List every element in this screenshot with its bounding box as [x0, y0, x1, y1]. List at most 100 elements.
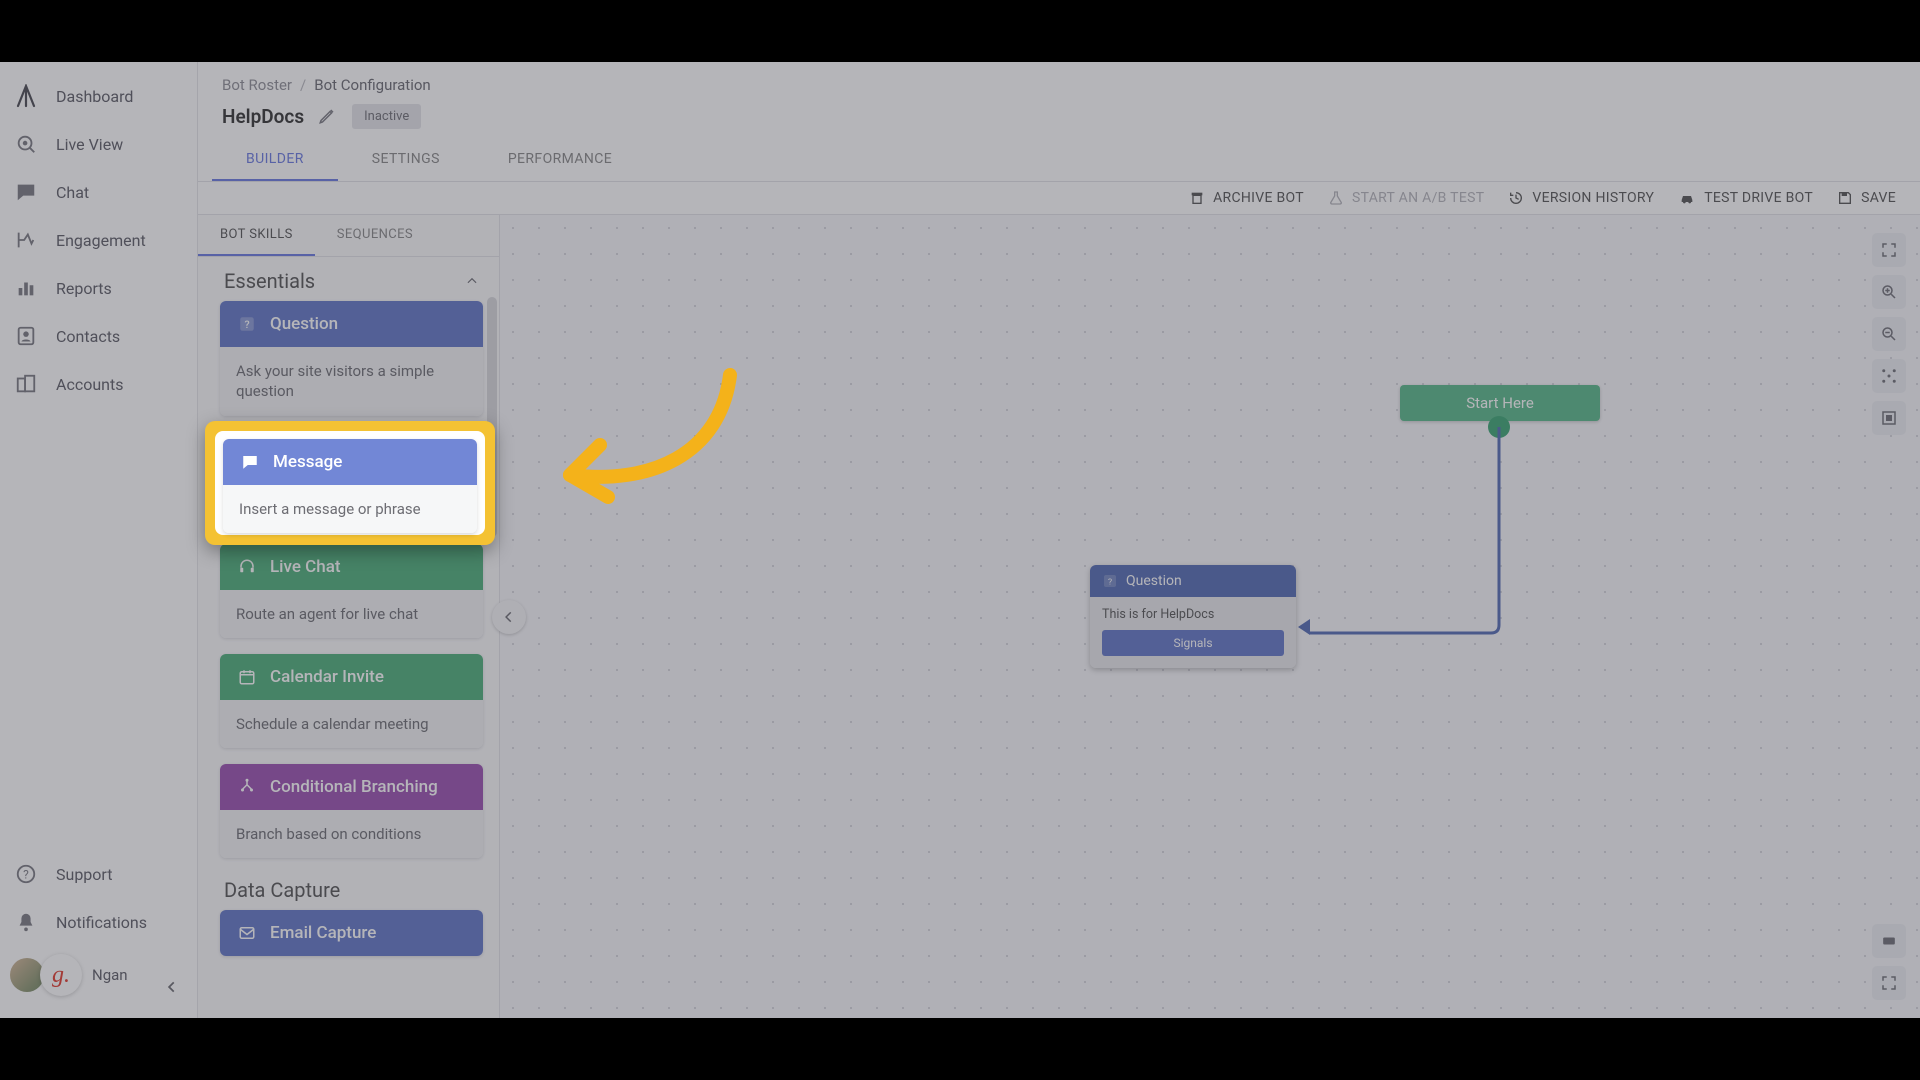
test-drive-label: TEST DRIVE BOT [1704, 190, 1813, 206]
grid-snap-button[interactable] [1872, 401, 1906, 435]
zoom-out-button[interactable] [1872, 317, 1906, 351]
tab-performance[interactable]: PERFORMANCE [474, 139, 646, 181]
flow-canvas[interactable]: Start Here ? Question This is for HelpDo… [500, 215, 1920, 1018]
section-data-capture[interactable]: Data Capture [220, 874, 483, 910]
card-desc: Ask your site visitors a simple question [220, 347, 483, 416]
card-title: Question [270, 314, 338, 334]
mail-icon [236, 922, 258, 944]
fullscreen-button[interactable] [1872, 966, 1906, 1000]
nav-item-support[interactable]: ? Support [0, 850, 197, 898]
save-icon [1837, 190, 1853, 206]
card-title: Live Chat [270, 557, 341, 577]
svg-text:?: ? [1108, 577, 1112, 587]
panel-collapse-button[interactable] [492, 600, 526, 634]
branch-icon [236, 776, 258, 798]
avatar [10, 958, 44, 992]
nav-item-accounts[interactable]: Accounts [0, 360, 197, 408]
start-node-port[interactable] [1488, 416, 1510, 438]
headset-icon [236, 556, 258, 578]
skill-list[interactable]: Essentials ? Question Ask your site visi… [198, 257, 499, 1018]
chat-icon [14, 180, 38, 204]
letterbox-bottom [0, 1018, 1920, 1080]
archive-label: ARCHIVE BOT [1213, 190, 1304, 206]
card-desc: Schedule a calendar meeting [220, 700, 483, 748]
sidebar-collapse-button[interactable] [161, 976, 183, 998]
logo-icon [14, 84, 38, 108]
version-label: VERSION HISTORY [1532, 190, 1654, 206]
nav-label: Notifications [56, 913, 147, 932]
auto-layout-button[interactable] [1872, 359, 1906, 393]
breadcrumb: Bot Roster / Bot Configuration [198, 62, 1920, 98]
skill-card-question[interactable]: ? Question Ask your site visitors a simp… [220, 301, 483, 416]
question-node-button[interactable]: Signals [1102, 630, 1284, 656]
test-drive-button[interactable]: TEST DRIVE BOT [1678, 190, 1813, 206]
svg-text:?: ? [23, 868, 29, 882]
main-tabs: BUILDER SETTINGS PERFORMANCE [198, 139, 1920, 182]
message-icon [239, 451, 261, 473]
nav-item-live-view[interactable]: Live View [0, 120, 197, 168]
nav-item-reports[interactable]: Reports [0, 264, 197, 312]
live-view-icon [14, 132, 38, 156]
sidebar: Dashboard Live View Chat Engagement [0, 62, 198, 1018]
calendar-icon [236, 666, 258, 688]
skill-tabs: BOT SKILLS SEQUENCES [198, 215, 499, 257]
canvas-controls-top [1872, 233, 1906, 435]
section-essentials[interactable]: Essentials [220, 265, 483, 301]
nav-label: Reports [56, 279, 112, 298]
question-node[interactable]: ? Question This is for HelpDocs Signals [1090, 565, 1296, 668]
card-desc: Route an agent for live chat [220, 590, 483, 638]
breadcrumb-current: Bot Configuration [314, 76, 430, 94]
nav-item-chat[interactable]: Chat [0, 168, 197, 216]
letterbox-top [0, 0, 1920, 62]
question-node-body: This is for HelpDocs [1102, 607, 1284, 622]
card-desc: Insert a message or phrase [223, 485, 477, 533]
bell-icon [14, 910, 38, 934]
version-history-button[interactable]: VERSION HISTORY [1508, 190, 1654, 206]
card-title: Conditional Branching [270, 777, 438, 797]
skill-card-calendar[interactable]: Calendar Invite Schedule a calendar meet… [220, 654, 483, 748]
accounts-icon [14, 372, 38, 396]
edit-name-button[interactable] [318, 107, 338, 127]
card-title: Calendar Invite [270, 667, 384, 687]
save-button[interactable]: SAVE [1837, 190, 1896, 206]
ab-test-label: START AN A/B TEST [1352, 190, 1484, 206]
reports-icon [14, 276, 38, 300]
card-title: Message [273, 452, 342, 472]
nav-label: Live View [56, 135, 123, 154]
breadcrumb-root[interactable]: Bot Roster [222, 76, 292, 94]
section-label: Data Capture [224, 878, 340, 902]
archive-bot-button[interactable]: ARCHIVE BOT [1189, 190, 1304, 206]
bot-name: HelpDocs [222, 105, 304, 128]
tutorial-highlight: Message Insert a message or phrase [205, 421, 495, 545]
skill-card-conditional[interactable]: Conditional Branching Branch based on co… [220, 764, 483, 858]
nav-label: Dashboard [56, 87, 133, 106]
section-label: Essentials [224, 269, 315, 293]
contacts-icon [14, 324, 38, 348]
nav-item-contacts[interactable]: Contacts [0, 312, 197, 360]
action-bar: ARCHIVE BOT START AN A/B TEST VERSION HI… [198, 182, 1920, 215]
nav-item-dashboard[interactable]: Dashboard [0, 72, 197, 120]
nav-item-notifications[interactable]: Notifications [0, 898, 197, 946]
tab-builder[interactable]: BUILDER [212, 139, 338, 181]
card-title: Email Capture [270, 923, 376, 943]
nav-label: Accounts [56, 375, 123, 394]
skills-panel: BOT SKILLS SEQUENCES Essentials ? Questi… [198, 215, 500, 1018]
tab-settings[interactable]: SETTINGS [338, 139, 474, 181]
connector-arrowhead [1298, 619, 1310, 635]
title-row: HelpDocs Inactive [198, 98, 1920, 139]
svg-text:?: ? [244, 318, 249, 331]
card-desc: Branch based on conditions [220, 810, 483, 858]
fit-screen-button[interactable] [1872, 233, 1906, 267]
zoom-in-button[interactable] [1872, 275, 1906, 309]
nav-label: Support [56, 865, 112, 884]
tab-bot-skills[interactable]: BOT SKILLS [198, 215, 315, 256]
keyboard-button[interactable] [1872, 924, 1906, 958]
skill-card-live-chat[interactable]: Live Chat Route an agent for live chat [220, 544, 483, 638]
ab-test-button[interactable]: START AN A/B TEST [1328, 190, 1484, 206]
nav-item-engagement[interactable]: Engagement [0, 216, 197, 264]
question-icon: ? [236, 313, 258, 335]
tab-sequences[interactable]: SEQUENCES [315, 215, 435, 256]
help-icon: ? [14, 862, 38, 886]
skill-card-email-capture[interactable]: Email Capture [220, 910, 483, 956]
skill-card-message[interactable]: Message Insert a message or phrase [223, 439, 477, 533]
